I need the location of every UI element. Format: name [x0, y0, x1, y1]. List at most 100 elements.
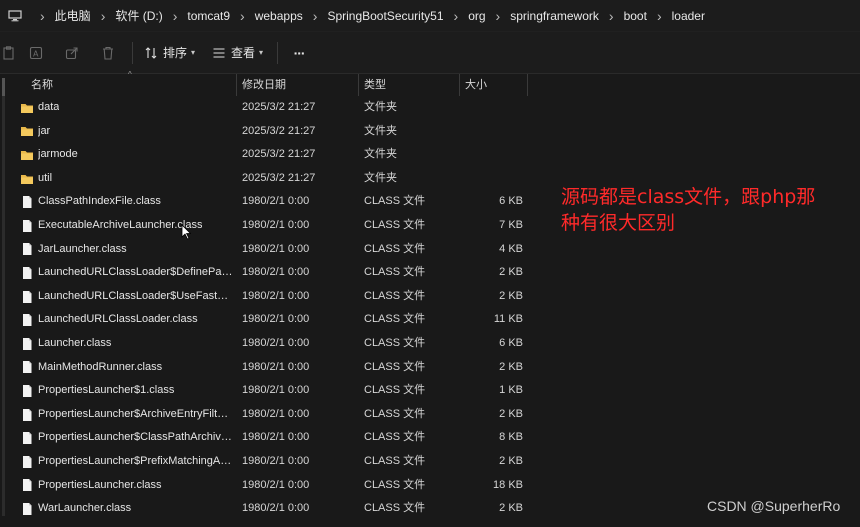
folder-icon: [20, 148, 34, 162]
file-icon: [20, 408, 34, 422]
file-icon: [20, 290, 34, 304]
sort-button[interactable]: 排序 ▾: [139, 32, 201, 74]
breadcrumb-item[interactable]: loader: [672, 0, 705, 32]
file-row[interactable]: MainMethodRunner.class 1980/2/1 0:00 CLASS…: [0, 356, 860, 380]
chevron-right-icon[interactable]: ›: [647, 0, 672, 32]
paste-icon[interactable]: [0, 32, 18, 74]
view-label: 查看: [231, 46, 256, 60]
address-bar[interactable]: › 此电脑 › 软件 (D:) › tomcat9 › webapps › SpringBootS…: [0, 0, 860, 32]
chevron-right-icon[interactable]: ›: [91, 0, 116, 32]
breadcrumb-item[interactable]: boot: [624, 0, 647, 32]
type-cell: CLASS 文件: [364, 478, 426, 491]
file-icon: [20, 219, 34, 233]
annotation-line-2: 种有很大区别: [561, 212, 676, 234]
date-cell: 1980/2/1 0:00: [242, 242, 310, 255]
breadcrumb-item[interactable]: 软件 (D:): [115, 0, 162, 32]
more-options-button[interactable]: ···: [284, 32, 314, 74]
column-header-row: ^ 名称 修改日期 类型 大小: [0, 70, 860, 96]
type-cell: 文件夹: [364, 124, 397, 137]
breadcrumb: › 此电脑 › 软件 (D:) › tomcat9 › webapps › SpringBootS…: [30, 0, 705, 32]
name-cell: LaunchedURLClassLoader$UseFastConnecti..…: [20, 285, 234, 309]
date-cell: 1980/2/1 0:00: [242, 219, 310, 231]
file-row[interactable]: PropertiesLauncher$1.class 1980/2/1 0:00 C…: [0, 379, 860, 403]
file-icon: [20, 242, 34, 256]
item-name: ExecutableArchiveLauncher.class: [38, 219, 203, 231]
chevron-right-icon[interactable]: ›: [230, 0, 255, 32]
breadcrumb-item[interactable]: 此电脑: [55, 0, 91, 32]
chevron-right-icon[interactable]: ›: [444, 0, 469, 32]
item-name: LaunchedURLClassLoader.class: [38, 313, 198, 326]
item-name: Launcher.class: [38, 337, 112, 349]
file-row[interactable]: PropertiesLauncher$ClassPathArchives.cla…: [0, 426, 860, 450]
date-cell: 1980/2/1 0:00: [242, 502, 310, 515]
size-cell: 2 KB: [499, 407, 523, 420]
item-name: PropertiesLauncher$PrefixMatchingArchive…: [38, 455, 234, 467]
name-cell: LaunchedURLClassLoader$DefinePackageC...: [20, 261, 234, 285]
size-cell: [462, 120, 523, 144]
breadcrumb-item[interactable]: SpringBootSecurity51: [327, 0, 443, 32]
column-header-size[interactable]: 大小: [461, 74, 528, 96]
folder-row[interactable]: data 2025/3/2 21:27 文件夹: [0, 96, 860, 120]
date-cell: 2025/3/2 21:27: [242, 124, 316, 137]
chevron-down-icon: ▾: [191, 48, 196, 57]
date-cell: 1980/2/1 0:00: [242, 431, 310, 444]
chevron-right-icon[interactable]: ›: [599, 0, 624, 32]
date-cell: 1980/2/1 0:00: [242, 266, 310, 279]
column-header-type[interactable]: 类型: [360, 74, 460, 96]
file-row[interactable]: PropertiesLauncher$ArchiveEntryFilter.cl…: [0, 403, 860, 427]
type-cell: CLASS 文件: [364, 337, 426, 349]
name-cell: PropertiesLauncher$PrefixMatchingArchive…: [20, 450, 234, 474]
csdn-watermark: CSDN @SuperherRo: [707, 498, 841, 514]
chevron-right-icon[interactable]: ›: [303, 0, 328, 32]
red-annotation: 源码都是class文件，跟php那 种有很大区别: [561, 184, 851, 236]
file-row[interactable]: PropertiesLauncher.class 1980/2/1 0:00 CLA…: [0, 474, 860, 498]
rename-icon[interactable]: A: [18, 32, 54, 74]
chevron-right-icon[interactable]: ›: [486, 0, 511, 32]
column-header-name[interactable]: 名称: [27, 74, 237, 96]
breadcrumb-item[interactable]: org: [468, 0, 485, 32]
toolbar-divider: [132, 41, 133, 64]
item-name: LaunchedURLClassLoader$UseFastConnecti..…: [38, 289, 234, 302]
breadcrumb-item[interactable]: springframework: [510, 0, 599, 32]
breadcrumb-item[interactable]: webapps: [255, 0, 303, 32]
item-name: PropertiesLauncher$1.class: [38, 384, 175, 397]
folder-row[interactable]: jar 2025/3/2 21:27 文件夹: [0, 120, 860, 144]
type-cell: CLASS 文件: [364, 431, 426, 444]
breadcrumb-item[interactable]: tomcat9: [187, 0, 230, 32]
size-cell: [462, 167, 523, 191]
column-header-date[interactable]: 修改日期: [238, 74, 359, 96]
date-cell: 1980/2/1 0:00: [242, 360, 310, 373]
file-row[interactable]: PropertiesLauncher$PrefixMatchingArchive…: [0, 450, 860, 474]
date-cell: 2025/3/2 21:27: [242, 171, 316, 184]
date-cell: 1980/2/1 0:00: [242, 289, 310, 302]
file-row[interactable]: JarLauncher.class 1980/2/1 0:00 CLASS 文件 4 …: [0, 238, 860, 262]
name-cell: PropertiesLauncher$ArchiveEntryFilter.cl…: [20, 403, 234, 427]
file-row[interactable]: LaunchedURLClassLoader$DefinePackageC...…: [0, 261, 860, 285]
share-icon[interactable]: [54, 32, 90, 74]
size-cell: 2 KB: [499, 289, 523, 302]
type-cell: CLASS 文件: [364, 266, 426, 279]
file-icon: [20, 502, 34, 516]
folder-row[interactable]: jarmode 2025/3/2 21:27 文件夹: [0, 143, 860, 167]
chevron-right-icon[interactable]: ›: [30, 0, 55, 32]
item-name: util: [38, 171, 53, 184]
file-icon: [20, 478, 34, 492]
size-cell: 2 KB: [499, 502, 523, 515]
computer-icon[interactable]: [0, 0, 30, 32]
file-icon: [20, 455, 34, 469]
type-cell: CLASS 文件: [364, 289, 426, 302]
date-cell: 2025/3/2 21:27: [242, 148, 316, 161]
type-cell: CLASS 文件: [364, 195, 426, 208]
item-name: PropertiesLauncher$ArchiveEntryFilter.cl…: [38, 407, 234, 420]
file-row[interactable]: LaunchedURLClassLoader.class 1980/2/1 0:0…: [0, 308, 860, 332]
item-name: jarmode: [38, 148, 78, 161]
chevron-down-icon: ▾: [259, 48, 264, 57]
view-button[interactable]: 查看 ▾: [201, 32, 271, 74]
date-cell: 1980/2/1 0:00: [242, 384, 310, 397]
chevron-right-icon[interactable]: ›: [163, 0, 188, 32]
date-cell: 1980/2/1 0:00: [242, 478, 310, 491]
file-row[interactable]: Launcher.class 1980/2/1 0:00 CLASS 文件 6 KB: [0, 332, 860, 356]
file-row[interactable]: LaunchedURLClassLoader$UseFastConnecti..…: [0, 285, 860, 309]
delete-icon[interactable]: [90, 32, 126, 74]
size-cell: 1 KB: [499, 384, 523, 397]
